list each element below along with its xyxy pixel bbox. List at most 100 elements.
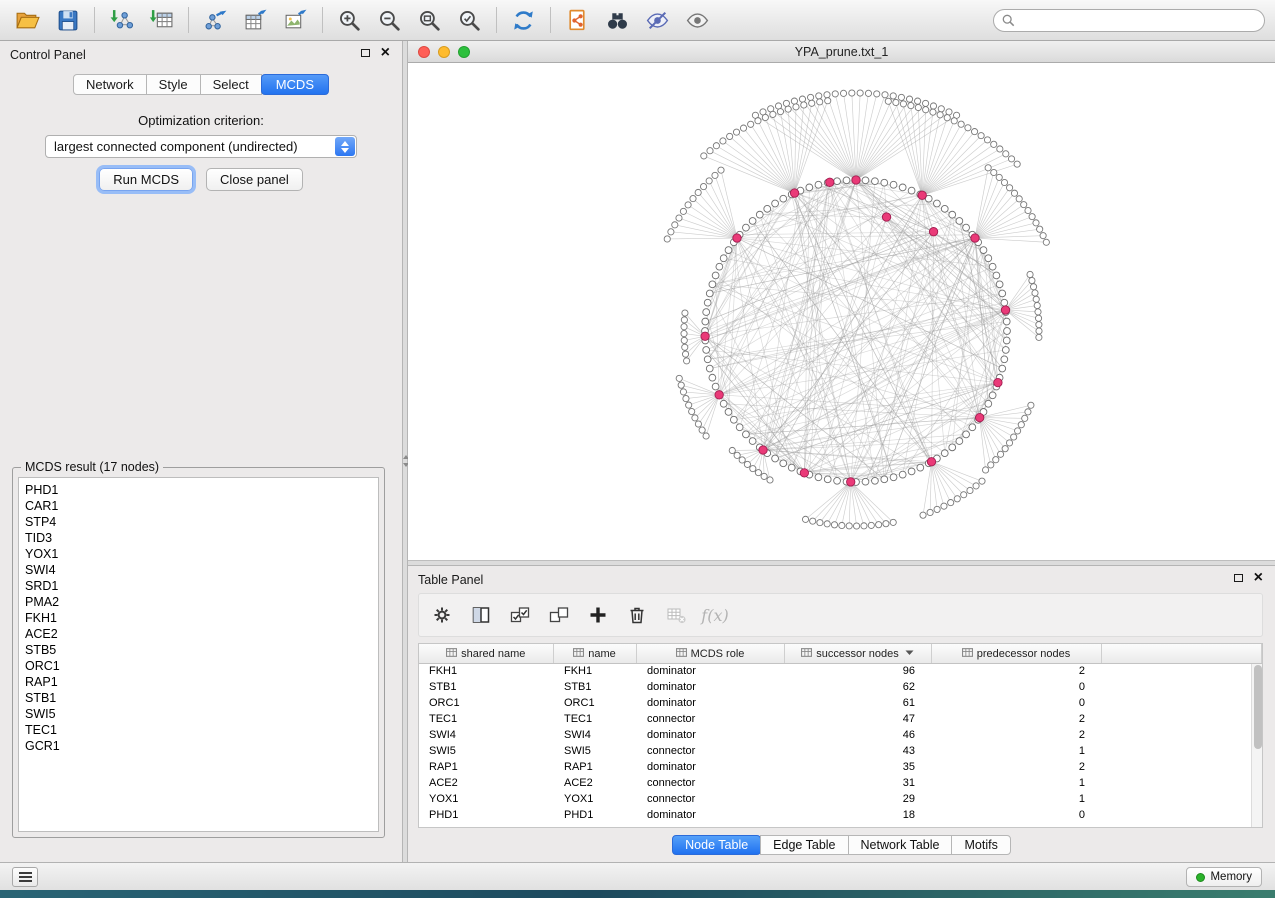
mcds-result-item[interactable]: ACE2 [19,626,378,642]
show-details-button[interactable] [680,5,714,35]
find-button[interactable] [600,5,634,35]
node-table-cell[interactable]: connector [636,743,784,759]
node-table-cell[interactable]: RAP1 [553,759,636,775]
share-document-button[interactable] [560,5,594,35]
node-table-cell[interactable]: ORC1 [553,695,636,711]
node-table-row[interactable]: STB1STB1dominator620 [419,679,1262,695]
node-table-cell[interactable]: YOX1 [419,791,553,807]
network-canvas[interactable] [408,63,1275,560]
mcds-result-item[interactable]: PMA2 [19,594,378,610]
node-table-cell[interactable]: TEC1 [553,711,636,727]
mcds-result-item[interactable]: YOX1 [19,546,378,562]
node-table-cell[interactable]: 2 [931,727,1101,743]
tab-select[interactable]: Select [200,74,262,95]
column-header-mcds-role[interactable]: MCDS role [636,644,784,663]
node-table-cell[interactable]: STB1 [419,679,553,695]
node-table-cell[interactable]: 29 [784,791,931,807]
node-table-cell[interactable]: PHD1 [419,807,553,823]
tab-edge-table[interactable]: Edge Table [760,835,848,855]
zoom-selected-button[interactable] [452,5,486,35]
close-panel-icon[interactable]: × [381,48,390,58]
search-field[interactable] [993,9,1265,32]
node-table-cell[interactable]: 43 [784,743,931,759]
optimization-criterion-select[interactable]: largest connected component (undirected) [45,135,357,158]
node-table-cell[interactable]: 1 [931,775,1101,791]
mcds-result-item[interactable]: PHD1 [19,482,378,498]
node-table-cell[interactable]: dominator [636,807,784,823]
node-table-cell[interactable]: 0 [931,679,1101,695]
node-table-cell[interactable]: YOX1 [553,791,636,807]
node-table-cell[interactable]: dominator [636,759,784,775]
import-network-button[interactable] [104,5,138,35]
node-table-cell[interactable]: 47 [784,711,931,727]
zoom-in-button[interactable] [332,5,366,35]
node-table-cell[interactable]: FKH1 [419,663,553,679]
node-table-cell[interactable]: 2 [931,759,1101,775]
column-header-predecessor-nodes[interactable]: predecessor nodes [931,644,1101,663]
float-panel-icon[interactable] [361,49,370,57]
export-network-button[interactable] [198,5,232,35]
network-graph[interactable] [408,63,1275,560]
tab-motifs[interactable]: Motifs [951,835,1010,855]
memory-button[interactable]: Memory [1186,867,1262,887]
show-column-panel-button[interactable] [466,602,496,628]
create-column-button[interactable] [583,602,613,628]
mcds-result-list[interactable]: PHD1CAR1STP4TID3YOX1SWI4SRD1PMA2FKH1ACE2… [18,477,379,832]
tab-network[interactable]: Network [73,74,147,95]
zoom-out-button[interactable] [372,5,406,35]
mcds-result-item[interactable]: TID3 [19,530,378,546]
export-table-button[interactable] [238,5,272,35]
node-table-cell[interactable]: FKH1 [553,663,636,679]
node-table-cell[interactable]: SWI4 [553,727,636,743]
node-table-cell[interactable]: dominator [636,727,784,743]
node-table-cell[interactable]: 31 [784,775,931,791]
table-scrollbar[interactable] [1251,664,1262,827]
mcds-result-item[interactable]: FKH1 [19,610,378,626]
tab-node-table[interactable]: Node Table [672,835,761,855]
node-table-cell[interactable]: connector [636,775,784,791]
mcds-result-item[interactable]: SRD1 [19,578,378,594]
node-table-cell[interactable]: SWI5 [419,743,553,759]
open-folder-button[interactable] [10,5,44,35]
save-session-button[interactable] [50,5,84,35]
node-table-cell[interactable]: ACE2 [419,775,553,791]
node-table-cell[interactable]: 2 [931,711,1101,727]
node-table-cell[interactable]: 1 [931,743,1101,759]
column-header-successor-nodes[interactable]: successor nodes [784,644,931,663]
node-table-cell[interactable]: dominator [636,679,784,695]
column-header-name[interactable]: name [553,644,636,663]
tab-mcds[interactable]: MCDS [261,74,329,95]
mcds-result-item[interactable]: TEC1 [19,722,378,738]
column-settings-button[interactable] [427,602,457,628]
mcds-result-item[interactable]: CAR1 [19,498,378,514]
node-table-cell[interactable]: 1 [931,791,1101,807]
node-table-cell[interactable]: dominator [636,695,784,711]
node-table-cell[interactable]: 35 [784,759,931,775]
tab-network-table[interactable]: Network Table [848,835,953,855]
run-mcds-button[interactable]: Run MCDS [99,168,193,191]
node-table-cell[interactable]: 18 [784,807,931,823]
close-panel-button[interactable]: Close panel [206,168,303,191]
zoom-fit-button[interactable] [412,5,446,35]
mcds-result-item[interactable]: SWI5 [19,706,378,722]
tab-style[interactable]: Style [146,74,201,95]
node-table-row[interactable]: FKH1FKH1dominator962 [419,663,1262,679]
float-panel-icon[interactable] [1234,574,1243,582]
mcds-result-item[interactable]: STB5 [19,642,378,658]
node-table-row[interactable]: TEC1TEC1connector472 [419,711,1262,727]
node-table-cell[interactable]: STB1 [553,679,636,695]
node-table-cell[interactable]: dominator [636,663,784,679]
node-table-cell[interactable]: SWI4 [419,727,553,743]
deselect-all-button[interactable] [544,602,574,628]
mcds-result-item[interactable]: SWI4 [19,562,378,578]
node-table-cell[interactable]: connector [636,711,784,727]
node-table-row[interactable]: SWI4SWI4dominator462 [419,727,1262,743]
export-image-button[interactable] [278,5,312,35]
refresh-view-button[interactable] [506,5,540,35]
node-table-cell[interactable]: SWI5 [553,743,636,759]
mcds-result-item[interactable]: RAP1 [19,674,378,690]
node-table-cell[interactable]: 0 [931,695,1101,711]
close-panel-icon[interactable]: × [1254,573,1263,583]
mcds-result-item[interactable]: ORC1 [19,658,378,674]
search-input[interactable] [1020,13,1256,27]
